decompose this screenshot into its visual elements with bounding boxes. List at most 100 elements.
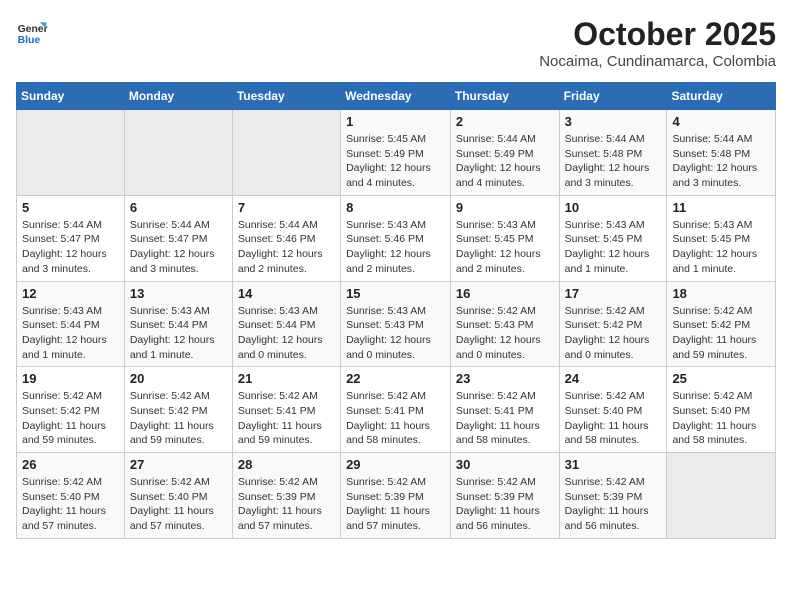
day-number: 20 — [130, 371, 227, 386]
day-info: Sunrise: 5:42 AMSunset: 5:40 PMDaylight:… — [22, 475, 119, 534]
calendar-cell: 21Sunrise: 5:42 AMSunset: 5:41 PMDayligh… — [232, 367, 340, 453]
day-info: Sunrise: 5:43 AMSunset: 5:44 PMDaylight:… — [22, 304, 119, 363]
logo-icon: General Blue — [16, 16, 48, 48]
weekday-header-row: SundayMondayTuesdayWednesdayThursdayFrid… — [17, 83, 776, 110]
calendar-cell — [667, 453, 776, 539]
calendar-cell: 16 Sunrise: 5:42 AMSunset: 5:43 PMDayligh… — [450, 281, 559, 367]
day-info: Sunrise: 5:44 AMSunset: 5:48 PMDaylight:… — [672, 132, 770, 191]
calendar-cell: 12 Sunrise: 5:43 AMSunset: 5:44 PMDayligh… — [17, 281, 125, 367]
calendar-cell: 13 Sunrise: 5:43 AMSunset: 5:44 PMDayligh… — [124, 281, 232, 367]
calendar-week-5: 26 Sunrise: 5:42 AMSunset: 5:40 PMDayligh… — [17, 453, 776, 539]
calendar-week-3: 12 Sunrise: 5:43 AMSunset: 5:44 PMDayligh… — [17, 281, 776, 367]
weekday-header-saturday: Saturday — [667, 83, 776, 110]
day-number: 5 — [22, 200, 119, 215]
calendar-cell — [124, 110, 232, 196]
day-info: Sunrise: 5:42 AMSunset: 5:42 PMDaylight:… — [565, 304, 662, 363]
calendar-cell: 8 Sunrise: 5:43 AMSunset: 5:46 PMDaylight… — [341, 195, 451, 281]
day-info: Sunrise: 5:42 AMSunset: 5:42 PMDaylight:… — [22, 389, 119, 448]
day-info: Sunrise: 5:43 AMSunset: 5:46 PMDaylight:… — [346, 218, 445, 277]
day-info: Sunrise: 5:43 AMSunset: 5:44 PMDaylight:… — [238, 304, 335, 363]
day-number: 28 — [238, 457, 335, 472]
calendar-cell: 6Sunrise: 5:44 AMSunset: 5:47 PMDaylight… — [124, 195, 232, 281]
calendar-cell: 1 Sunrise: 5:45 AMSunset: 5:49 PMDaylight… — [341, 110, 451, 196]
day-info: Sunrise: 5:44 AMSunset: 5:47 PMDaylight:… — [22, 218, 119, 277]
day-number: 17 — [565, 286, 662, 301]
calendar-week-1: 1 Sunrise: 5:45 AMSunset: 5:49 PMDaylight… — [17, 110, 776, 196]
day-info: Sunrise: 5:45 AMSunset: 5:49 PMDaylight:… — [346, 132, 445, 191]
calendar-cell: 19 Sunrise: 5:42 AMSunset: 5:42 PMDayligh… — [17, 367, 125, 453]
day-number: 18 — [672, 286, 770, 301]
day-number: 9 — [456, 200, 554, 215]
day-info: Sunrise: 5:43 AMSunset: 5:44 PMDaylight:… — [130, 304, 227, 363]
logo: General Blue — [16, 16, 48, 48]
day-number: 27 — [130, 457, 227, 472]
day-info: Sunrise: 5:42 AMSunset: 5:39 PMDaylight:… — [565, 475, 662, 534]
day-number: 31 — [565, 457, 662, 472]
day-number: 1 — [346, 114, 445, 129]
day-number: 22 — [346, 371, 445, 386]
weekday-header-friday: Friday — [559, 83, 667, 110]
day-info: Sunrise: 5:42 AMSunset: 5:41 PMDaylight:… — [456, 389, 554, 448]
calendar-table: SundayMondayTuesdayWednesdayThursdayFrid… — [16, 82, 776, 539]
day-info: Sunrise: 5:42 AMSunset: 5:40 PMDaylight:… — [672, 389, 770, 448]
day-number: 30 — [456, 457, 554, 472]
calendar-cell: 29 Sunrise: 5:42 AMSunset: 5:39 PMDayligh… — [341, 453, 451, 539]
day-info: Sunrise: 5:44 AMSunset: 5:47 PMDaylight:… — [130, 218, 227, 277]
day-info: Sunrise: 5:42 AMSunset: 5:39 PMDaylight:… — [346, 475, 445, 534]
day-info: Sunrise: 5:42 AMSunset: 5:41 PMDaylight:… — [238, 389, 335, 448]
calendar-cell: 10Sunrise: 5:43 AMSunset: 5:45 PMDayligh… — [559, 195, 667, 281]
day-info: Sunrise: 5:42 AMSunset: 5:39 PMDaylight:… — [238, 475, 335, 534]
day-info: Sunrise: 5:42 AMSunset: 5:40 PMDaylight:… — [565, 389, 662, 448]
day-number: 12 — [22, 286, 119, 301]
day-info: Sunrise: 5:43 AMSunset: 5:45 PMDaylight:… — [565, 218, 662, 277]
day-number: 3 — [565, 114, 662, 129]
day-number: 2 — [456, 114, 554, 129]
day-number: 13 — [130, 286, 227, 301]
day-info: Sunrise: 5:42 AMSunset: 5:42 PMDaylight:… — [672, 304, 770, 363]
day-number: 29 — [346, 457, 445, 472]
calendar-cell: 25Sunrise: 5:42 AMSunset: 5:40 PMDayligh… — [667, 367, 776, 453]
calendar-cell: 26 Sunrise: 5:42 AMSunset: 5:40 PMDayligh… — [17, 453, 125, 539]
day-info: Sunrise: 5:42 AMSunset: 5:42 PMDaylight:… — [130, 389, 227, 448]
day-number: 26 — [22, 457, 119, 472]
day-number: 16 — [456, 286, 554, 301]
calendar-cell: 7 Sunrise: 5:44 AMSunset: 5:46 PMDaylight… — [232, 195, 340, 281]
weekday-header-tuesday: Tuesday — [232, 83, 340, 110]
day-number: 11 — [672, 200, 770, 215]
location-title: Nocaima, Cundinamarca, Colombia — [539, 53, 776, 70]
day-number: 8 — [346, 200, 445, 215]
day-number: 7 — [238, 200, 335, 215]
calendar-cell: 17 Sunrise: 5:42 AMSunset: 5:42 PMDayligh… — [559, 281, 667, 367]
calendar-cell: 20 Sunrise: 5:42 AMSunset: 5:42 PMDayligh… — [124, 367, 232, 453]
weekday-header-wednesday: Wednesday — [341, 83, 451, 110]
calendar-cell: 15 Sunrise: 5:43 AMSunset: 5:43 PMDayligh… — [341, 281, 451, 367]
day-number: 24 — [565, 371, 662, 386]
day-info: Sunrise: 5:42 AMSunset: 5:43 PMDaylight:… — [456, 304, 554, 363]
calendar-cell: 2 Sunrise: 5:44 AMSunset: 5:49 PMDaylight… — [450, 110, 559, 196]
month-title: October 2025 — [539, 16, 776, 53]
weekday-header-thursday: Thursday — [450, 83, 559, 110]
day-number: 4 — [672, 114, 770, 129]
calendar-week-4: 19 Sunrise: 5:42 AMSunset: 5:42 PMDayligh… — [17, 367, 776, 453]
calendar-cell: 18 Sunrise: 5:42 AMSunset: 5:42 PMDayligh… — [667, 281, 776, 367]
weekday-header-monday: Monday — [124, 83, 232, 110]
header: General Blue October 2025 Nocaima, Cundi… — [16, 16, 776, 70]
day-info: Sunrise: 5:44 AMSunset: 5:46 PMDaylight:… — [238, 218, 335, 277]
day-info: Sunrise: 5:44 AMSunset: 5:49 PMDaylight:… — [456, 132, 554, 191]
calendar-cell: 23Sunrise: 5:42 AMSunset: 5:41 PMDayligh… — [450, 367, 559, 453]
calendar-cell: 24 Sunrise: 5:42 AMSunset: 5:40 PMDayligh… — [559, 367, 667, 453]
calendar-week-2: 5 Sunrise: 5:44 AMSunset: 5:47 PMDaylight… — [17, 195, 776, 281]
calendar-cell: 5 Sunrise: 5:44 AMSunset: 5:47 PMDaylight… — [17, 195, 125, 281]
calendar-cell: 4 Sunrise: 5:44 AMSunset: 5:48 PMDaylight… — [667, 110, 776, 196]
day-info: Sunrise: 5:43 AMSunset: 5:43 PMDaylight:… — [346, 304, 445, 363]
calendar-cell: 30Sunrise: 5:42 AMSunset: 5:39 PMDayligh… — [450, 453, 559, 539]
day-info: Sunrise: 5:43 AMSunset: 5:45 PMDaylight:… — [672, 218, 770, 277]
title-block: October 2025 Nocaima, Cundinamarca, Colo… — [539, 16, 776, 70]
day-number: 19 — [22, 371, 119, 386]
calendar-cell: 31 Sunrise: 5:42 AMSunset: 5:39 PMDayligh… — [559, 453, 667, 539]
day-number: 15 — [346, 286, 445, 301]
weekday-header-sunday: Sunday — [17, 83, 125, 110]
calendar-cell: 28 Sunrise: 5:42 AMSunset: 5:39 PMDayligh… — [232, 453, 340, 539]
day-number: 14 — [238, 286, 335, 301]
day-info: Sunrise: 5:43 AMSunset: 5:45 PMDaylight:… — [456, 218, 554, 277]
